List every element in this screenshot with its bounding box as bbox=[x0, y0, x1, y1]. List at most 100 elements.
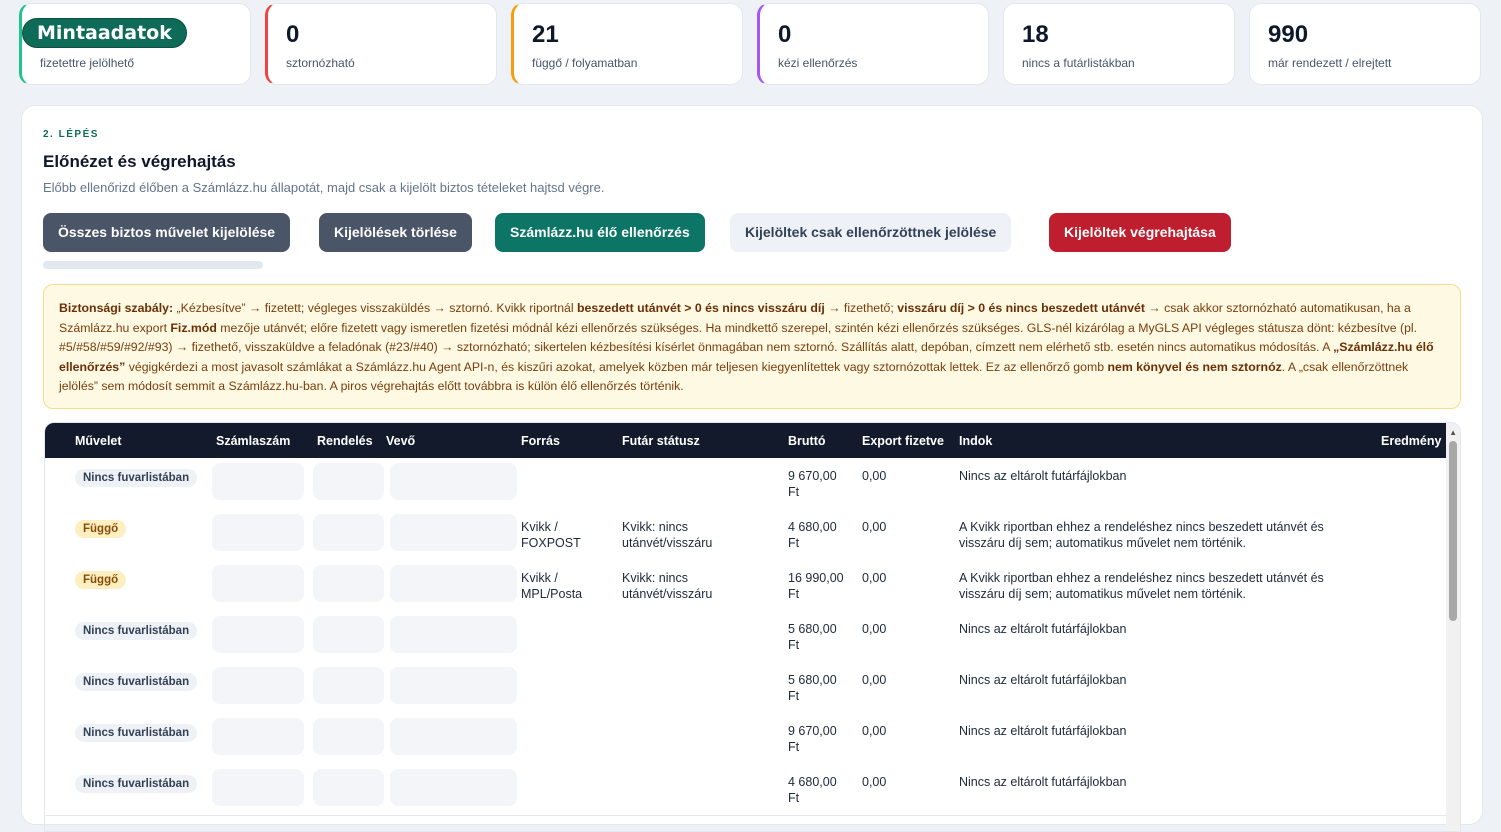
stat-card-manual-check: 0 kézi ellenőrzés bbox=[757, 3, 989, 85]
invoice-placeholder bbox=[212, 616, 304, 653]
page-title: Előnézet és végrehajtás bbox=[43, 152, 236, 171]
invoice-placeholder bbox=[212, 718, 304, 755]
table-scrollbar[interactable]: ▲ bbox=[1446, 423, 1460, 831]
invoice-placeholder bbox=[212, 769, 304, 806]
stat-label: sztornózható bbox=[286, 56, 355, 70]
progress-bar bbox=[43, 261, 263, 269]
notice-bold: visszáru díj > 0 és nincs beszedett után… bbox=[897, 301, 1145, 315]
table-row[interactable]: Nincs fuvarlistában 4 680,00 Ft 0,00 Nincs … bbox=[45, 764, 1448, 816]
col-source: Forrás bbox=[521, 434, 560, 448]
export-paid-cell: 0,00 bbox=[862, 724, 887, 738]
col-result: Eredmény bbox=[1381, 434, 1442, 448]
col-export-paid: Export fizetve bbox=[862, 434, 944, 448]
buyer-placeholder bbox=[390, 514, 517, 551]
table-row[interactable]: Nincs fuvarlistában 5 680,00 Ft 0,00 Nincs … bbox=[45, 611, 1448, 663]
stat-label: kézi ellenőrzés bbox=[778, 56, 858, 70]
reason-cell: Nincs az eltárolt futárfájlokban bbox=[959, 469, 1127, 483]
gross-cell: 16 990,00 Ft bbox=[788, 571, 844, 601]
step-label: 2. LÉPÉS bbox=[43, 129, 99, 140]
source-cell: Kvikk / FOXPOST bbox=[521, 520, 581, 550]
status-badge: Nincs fuvarlistában bbox=[75, 673, 198, 691]
courier-status-cell: Kvikk: nincs utánvét/visszáru bbox=[622, 571, 713, 601]
notice-text: „Kézbesítve” → fizetett; végleges vissza… bbox=[173, 301, 578, 315]
sample-data-badge: Mintaadatok bbox=[22, 18, 187, 48]
notice-text: mezője utánvét; előre fizetett vagy isme… bbox=[59, 320, 1418, 355]
stat-card-pending: 21 függő / folyamatban bbox=[511, 3, 743, 85]
buyer-placeholder bbox=[390, 769, 517, 806]
scrollbar-thumb[interactable] bbox=[1449, 441, 1457, 621]
status-badge: Függő bbox=[75, 520, 127, 538]
gross-cell: 9 670,00 Ft bbox=[788, 469, 837, 499]
gross-cell: 5 680,00 Ft bbox=[788, 673, 837, 703]
invoice-placeholder bbox=[212, 463, 304, 500]
live-check-button[interactable]: Számlázz.hu élő ellenőrzés bbox=[495, 213, 705, 252]
mark-checked-button[interactable]: Kijelöltek csak ellenőrzöttnek jelölése bbox=[730, 213, 1012, 252]
order-placeholder bbox=[313, 514, 384, 551]
col-order: Rendelés bbox=[317, 434, 373, 448]
buyer-placeholder bbox=[390, 616, 517, 653]
export-paid-cell: 0,00 bbox=[862, 775, 887, 789]
export-paid-cell: 0,00 bbox=[862, 622, 887, 636]
status-badge: Nincs fuvarlistában bbox=[75, 622, 198, 640]
invoice-placeholder bbox=[212, 514, 304, 551]
reason-cell: Nincs az eltárolt futárfájlokban bbox=[959, 724, 1127, 738]
order-placeholder bbox=[313, 616, 384, 653]
results-table: Művelet Számlaszám Rendelés Vevő Forrás … bbox=[44, 422, 1461, 832]
table-row[interactable]: Nincs fuvarlistában 5 680,00 Ft 0,00 Nincs … bbox=[45, 662, 1448, 714]
stats-bar: Mintaadatok fizetettre jelölhető 0 sztor… bbox=[19, 3, 1483, 85]
reason-cell: A Kvikk riportban ehhez a rendeléshez ni… bbox=[959, 520, 1324, 550]
select-all-button[interactable]: Összes biztos művelet kijelölése bbox=[43, 213, 291, 252]
reason-cell: Nincs az eltárolt futárfájlokban bbox=[959, 673, 1127, 687]
table-row[interactable]: Függő Kvikk / MPL/Posta Kvikk: nincs utánv… bbox=[45, 560, 1448, 612]
order-placeholder bbox=[313, 769, 384, 806]
notice-text: végigkérdezi a most javasolt számlákat a… bbox=[125, 359, 1108, 374]
table-row[interactable]: Függő Kvikk / FOXPOST Kvikk: nincs utánvét… bbox=[45, 509, 1448, 561]
status-badge: Nincs fuvarlistában bbox=[75, 469, 198, 487]
preview-panel: 2. LÉPÉS Előnézet és végrehajtás Előbb e… bbox=[21, 105, 1483, 832]
page-subtitle: Előbb ellenőrizd élőben a Számlázz.hu ál… bbox=[43, 180, 605, 195]
gross-cell: 4 680,00 Ft bbox=[788, 775, 837, 805]
reason-cell: A Kvikk riportban ehhez a rendeléshez ni… bbox=[959, 571, 1324, 601]
source-cell: Kvikk / MPL/Posta bbox=[521, 571, 583, 601]
buyer-placeholder bbox=[390, 718, 517, 755]
col-reason: Indok bbox=[959, 434, 993, 448]
order-placeholder bbox=[313, 718, 384, 755]
table-row[interactable]: Nincs fuvarlistában 9 670,00 Ft 0,00 Nincs … bbox=[45, 458, 1448, 510]
stat-value: 0 bbox=[778, 21, 792, 48]
stat-value: 990 bbox=[1268, 21, 1309, 48]
buyer-placeholder bbox=[390, 463, 517, 500]
execute-button[interactable]: Kijelöltek végrehajtása bbox=[1049, 213, 1231, 252]
table-row[interactable]: Nincs fuvarlistában 9 670,00 Ft 0,00 Nincs … bbox=[45, 713, 1448, 765]
reason-cell: Nincs az eltárolt futárfájlokban bbox=[959, 622, 1127, 636]
gross-cell: 9 670,00 Ft bbox=[788, 724, 837, 754]
buyer-placeholder bbox=[390, 667, 517, 704]
stat-card-payable: Mintaadatok fizetettre jelölhető bbox=[19, 3, 251, 85]
export-paid-cell: 0,00 bbox=[862, 571, 887, 585]
export-paid-cell: 0,00 bbox=[862, 673, 887, 687]
clear-selection-button[interactable]: Kijelölések törlése bbox=[319, 213, 472, 252]
invoice-placeholder bbox=[212, 565, 304, 602]
notice-bold: beszedett utánvét > 0 és nincs visszáru … bbox=[577, 301, 825, 315]
export-paid-cell: 0,00 bbox=[862, 520, 887, 534]
stat-value: 0 bbox=[286, 21, 300, 48]
status-badge: Nincs fuvarlistában bbox=[75, 775, 198, 793]
stat-label: nincs a futárlistákban bbox=[1022, 56, 1135, 70]
status-badge: Nincs fuvarlistában bbox=[75, 724, 198, 742]
export-paid-cell: 0,00 bbox=[862, 469, 887, 483]
buyer-placeholder bbox=[390, 565, 517, 602]
order-placeholder bbox=[313, 565, 384, 602]
gross-cell: 4 680,00 Ft bbox=[788, 520, 837, 550]
notice-bold: nem könyvel és nem sztornóz bbox=[1107, 359, 1282, 374]
scroll-up-icon[interactable]: ▲ bbox=[1449, 428, 1457, 437]
stat-card-settled: 990 már rendezett / elrejtett bbox=[1249, 3, 1481, 85]
col-action: Művelet bbox=[75, 434, 122, 448]
col-buyer: Vevő bbox=[386, 434, 416, 448]
stat-card-not-in-courier: 18 nincs a futárlistákban bbox=[1003, 3, 1235, 85]
col-gross: Bruttó bbox=[788, 434, 826, 448]
safety-notice: Biztonsági szabály: „Kézbesítve” → fizet… bbox=[43, 284, 1461, 409]
stat-label: már rendezett / elrejtett bbox=[1268, 56, 1392, 70]
col-invoice: Számlaszám bbox=[216, 434, 291, 448]
stat-label: függő / folyamatban bbox=[532, 56, 638, 70]
stat-value: 18 bbox=[1022, 21, 1049, 48]
invoice-placeholder bbox=[212, 667, 304, 704]
